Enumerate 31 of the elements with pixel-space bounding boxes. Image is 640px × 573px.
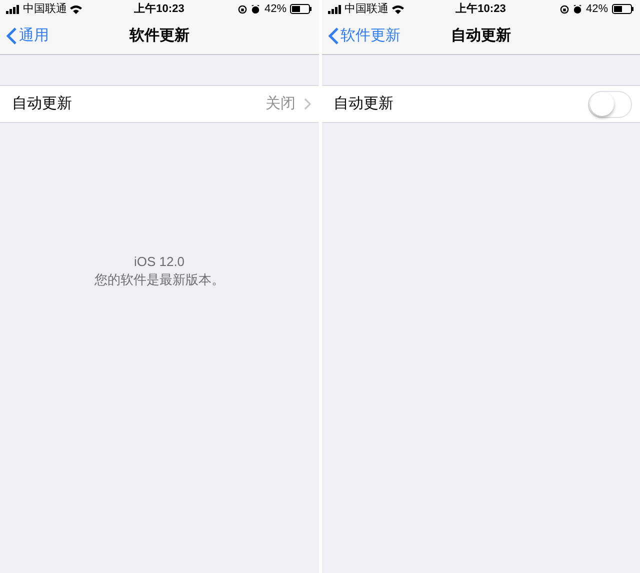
lock-rotation-icon <box>560 4 569 14</box>
status-time: 上午10:23 <box>456 2 506 17</box>
update-status-text: 您的软件是最新版本。 <box>94 271 224 289</box>
navigation-title: 软件更新 <box>129 26 190 46</box>
navigation-title: 自动更新 <box>450 26 511 46</box>
alarm-icon <box>572 4 582 14</box>
toggle-switch[interactable] <box>588 90 632 118</box>
row-label: 自动更新 <box>334 94 394 114</box>
back-button[interactable]: 通用 <box>0 24 49 48</box>
settings-row[interactable]: 自动更新 <box>322 85 640 123</box>
wifi-icon <box>392 4 404 14</box>
wifi-icon <box>70 4 82 14</box>
battery-percent: 42% <box>586 2 608 17</box>
carrier-name: 中国联通 <box>344 2 388 17</box>
settings-row[interactable]: 自动更新 关闭 <box>0 85 318 123</box>
row-value: 关闭 <box>266 94 296 114</box>
lock-rotation-icon <box>238 4 248 14</box>
signal-icon <box>6 4 20 14</box>
version-text: iOS 12.0 <box>134 253 185 271</box>
battery-icon <box>290 4 312 14</box>
carrier-name: 中国联通 <box>23 2 67 17</box>
battery-icon <box>612 4 634 14</box>
chevron-icon <box>304 98 310 110</box>
back-chevron-icon <box>328 27 338 45</box>
row-label: 自动更新 <box>12 94 72 114</box>
back-chevron-icon <box>6 27 17 45</box>
status-time: 上午10:23 <box>134 2 184 17</box>
back-button[interactable]: 软件更新 <box>322 24 400 48</box>
alarm-icon <box>251 4 260 14</box>
battery-percent: 42% <box>264 2 286 17</box>
signal-icon <box>328 4 342 14</box>
